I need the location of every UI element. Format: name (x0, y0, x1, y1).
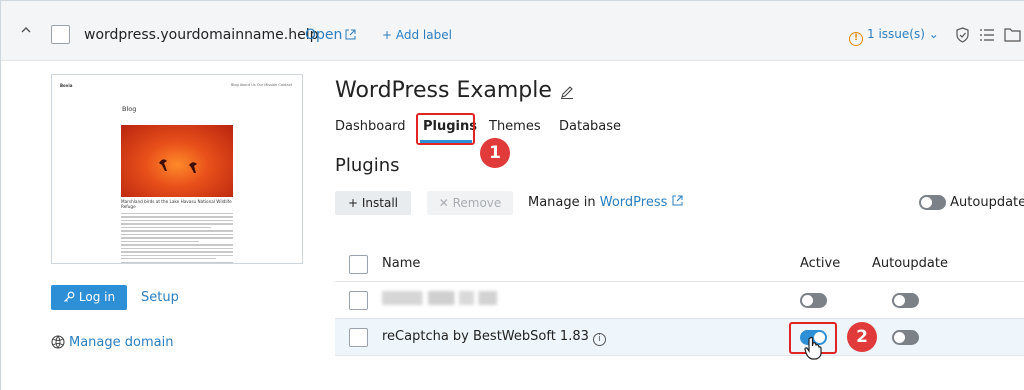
highlight-box-plugins-tab (416, 113, 475, 145)
active-toggle[interactable] (800, 293, 827, 308)
hand-pointer-icon (804, 336, 822, 360)
globe-icon (51, 335, 65, 349)
blurred-plugin-name (382, 291, 497, 305)
shield-icon[interactable] (955, 27, 970, 43)
setup-link[interactable]: Setup (141, 290, 179, 305)
tab-dashboard[interactable]: Dashboard (335, 119, 406, 134)
install-button[interactable]: + Install (335, 191, 411, 215)
birds-silhouette-icon (159, 159, 197, 173)
domain-select-checkbox[interactable] (51, 25, 70, 44)
pencil-edit-icon[interactable] (560, 85, 574, 100)
wordpress-link[interactable]: WordPress (600, 195, 683, 210)
preview-post-caption: Marshland birds at the Lake Havasu Natio… (121, 199, 232, 209)
step-badge-1: 1 (480, 138, 510, 168)
preview-body-text (121, 213, 233, 263)
autoupdate-all-toggle[interactable] (919, 195, 946, 210)
row-checkbox[interactable] (349, 328, 368, 347)
list-icon[interactable] (979, 27, 995, 43)
select-all-checkbox[interactable] (349, 255, 368, 274)
issues-dropdown[interactable]: ! 1 issue(s) ⌄ (849, 27, 939, 46)
info-icon[interactable]: i (592, 333, 606, 346)
plugins-section-title: Plugins (335, 155, 400, 176)
tab-database[interactable]: Database (559, 119, 621, 134)
add-label-button[interactable]: + Add label (382, 28, 452, 42)
page-title: WordPress Example (335, 78, 574, 103)
preview-blog-heading: Blog (122, 105, 137, 113)
column-active: Active (800, 256, 841, 271)
warning-icon: ! (849, 32, 863, 46)
preview-featured-image (121, 125, 233, 197)
column-autoupdate: Autoupdate (872, 256, 948, 271)
preview-site-name: Bovia (60, 83, 73, 88)
step-badge-2: 2 (847, 322, 877, 352)
plugin-name: reCaptcha by BestWebSoft 1.83 i (382, 329, 606, 346)
chevron-up-icon[interactable] (19, 23, 33, 37)
column-name[interactable]: Name (382, 256, 420, 271)
plugins-table-header: Name Active Autoupdate (335, 246, 1024, 282)
log-in-button[interactable]: Log in (51, 285, 127, 310)
site-preview-thumbnail[interactable]: Bovia Blog About Us Our Mission Contact … (51, 74, 303, 264)
open-site-link[interactable]: Open (305, 27, 356, 43)
subscription-header: wordpress.yourdomainname.help Open + Add… (1, 1, 1024, 61)
remove-button[interactable]: ✕ Remove (427, 191, 513, 215)
external-link-icon (672, 195, 683, 206)
chevron-down-icon: ⌄ (928, 27, 939, 41)
external-link-icon (345, 29, 356, 40)
autoupdate-toggle[interactable] (892, 330, 919, 345)
row-checkbox[interactable] (349, 291, 368, 310)
autoupdate-toggle[interactable] (892, 293, 919, 308)
manage-in-wordpress: Manage in WordPress (528, 195, 683, 210)
manage-domain-link[interactable]: Manage domain (51, 335, 173, 350)
folder-icon[interactable] (1004, 27, 1021, 42)
preview-nav: Blog About Us Our Mission Contact (230, 83, 292, 87)
key-icon (63, 291, 75, 302)
autoupdate-all[interactable]: Autoupdate (919, 195, 1024, 210)
table-row: reCaptcha by BestWebSoft 1.83 i (335, 319, 1024, 356)
tab-themes[interactable]: Themes (489, 119, 541, 134)
domain-name: wordpress.yourdomainname.help (84, 27, 319, 43)
